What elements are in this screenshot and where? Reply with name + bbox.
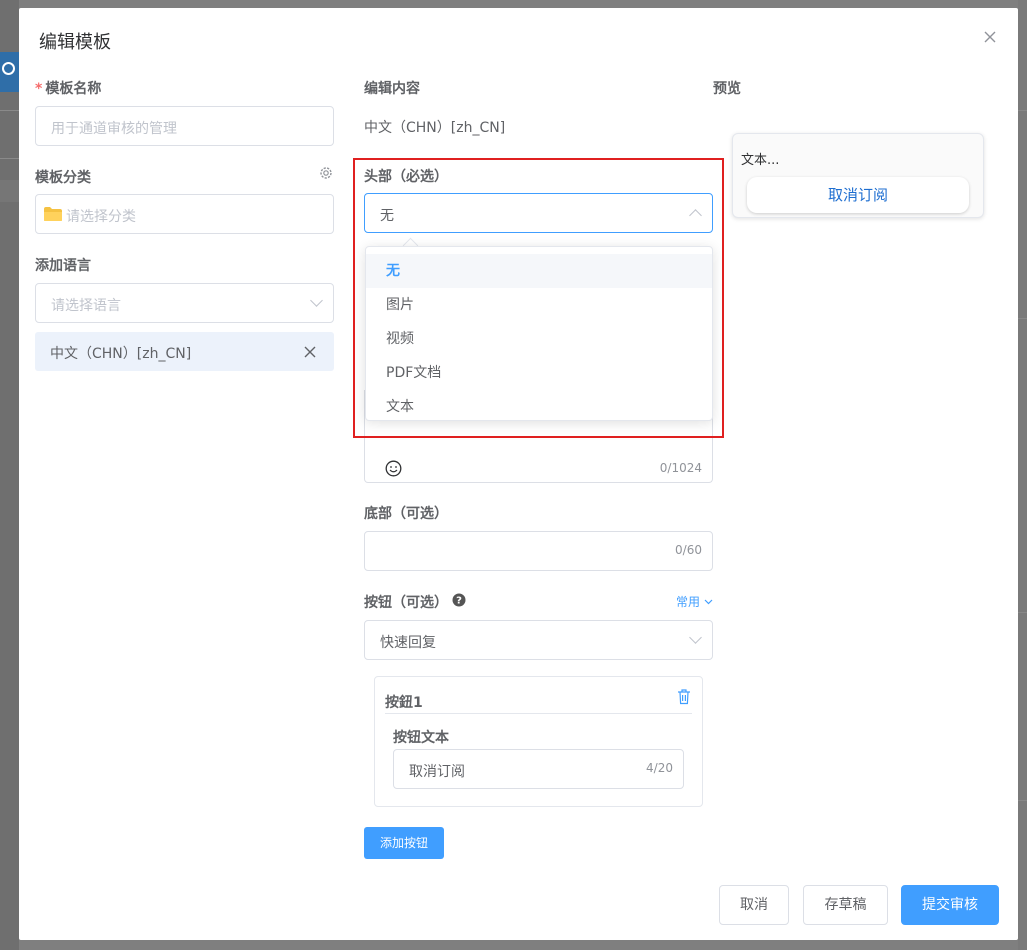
current-language: 中文（CHN）[zh_CN] <box>364 120 506 136</box>
button-text-count: 4/20 <box>646 761 673 775</box>
template-category-select[interactable]: 请选择分类 <box>35 194 334 234</box>
template-category-placeholder: 请选择分类 <box>66 209 136 225</box>
button-card-divider <box>385 713 692 714</box>
common-dropdown-link[interactable]: 常用 <box>676 593 713 610</box>
preview-label: 预览 <box>713 81 741 97</box>
template-name-label-text: 模板名称 <box>45 81 102 97</box>
button-text-value: 取消订阅 <box>409 764 465 780</box>
preview-button: 取消订阅 <box>747 177 969 213</box>
background-search-button <box>0 52 19 92</box>
chevron-down-icon <box>704 595 713 605</box>
button-card-title: 按鈕1 <box>385 695 423 711</box>
button-card: 按鈕1 按钮文本 取消订阅 4/20 <box>374 676 703 807</box>
add-language-label: 添加语言 <box>35 258 91 274</box>
footer-input[interactable]: 0/60 <box>364 531 713 571</box>
template-name-input[interactable]: 用于通道审核的管理 <box>35 106 334 146</box>
dropdown-option-video[interactable]: 视频 <box>366 322 712 356</box>
background-divider <box>1018 800 1027 801</box>
edit-template-dialog: 编辑模板 * 模板名称 用于通道审核的管理 模板分类 请选择分类 添加语言 请选择… <box>19 8 1018 940</box>
language-select-placeholder: 请选择语言 <box>51 298 121 314</box>
preview-card: 文本... 取消订阅 <box>732 133 984 218</box>
search-icon <box>2 62 15 75</box>
background-divider <box>0 110 19 111</box>
chevron-down-icon <box>310 294 323 307</box>
common-link-label: 常用 <box>676 595 701 609</box>
save-draft-button[interactable]: 存草稿 <box>803 885 888 925</box>
button-text-label: 按钮文本 <box>393 730 449 746</box>
svg-text:?: ? <box>456 596 462 607</box>
language-tag-label: 中文（CHN）[zh_CN] <box>50 346 192 362</box>
close-icon[interactable] <box>979 26 1001 48</box>
footer-label: 底部（可选） <box>364 506 448 522</box>
body-char-count: 0/1024 <box>659 461 702 475</box>
background-divider <box>1018 318 1027 319</box>
footer-char-count: 0/60 <box>675 543 702 557</box>
dialog-title: 编辑模板 <box>39 32 111 53</box>
required-asterisk: * <box>35 81 43 97</box>
button-type-select[interactable]: 快速回复 <box>364 620 713 660</box>
cancel-button[interactable]: 取消 <box>719 885 789 925</box>
chevron-down-icon <box>689 631 702 644</box>
button-type-value: 快速回复 <box>380 635 436 651</box>
edit-content-label: 编辑内容 <box>364 81 420 97</box>
add-button[interactable]: 添加按钮 <box>364 827 444 859</box>
background-page-left <box>0 0 19 950</box>
language-tag[interactable]: 中文（CHN）[zh_CN] <box>35 332 334 371</box>
help-icon[interactable]: ? <box>452 593 466 607</box>
language-select[interactable]: 请选择语言 <box>35 283 334 323</box>
template-name-placeholder: 用于通道审核的管理 <box>51 121 177 137</box>
gear-icon[interactable] <box>318 165 334 181</box>
dropdown-option-text[interactable]: 文本 <box>366 390 712 424</box>
background-divider <box>0 158 19 159</box>
background-divider <box>1018 110 1027 111</box>
trash-icon[interactable] <box>677 689 691 705</box>
remove-language-icon[interactable] <box>303 345 317 359</box>
preview-text: 文本... <box>741 153 780 168</box>
button-text-input[interactable]: 取消订阅 4/20 <box>393 749 684 789</box>
buttons-label: 按钮（可选） <box>364 595 448 611</box>
submit-review-button[interactable]: 提交审核 <box>901 885 999 925</box>
folder-icon <box>43 206 63 222</box>
dropdown-option-none[interactable]: 无 <box>366 254 712 288</box>
template-name-label: * 模板名称 <box>35 78 101 98</box>
dropdown-option-pdf[interactable]: PDF文档 <box>366 356 712 390</box>
background-page-right <box>1018 0 1027 950</box>
background-row <box>0 180 19 202</box>
template-category-label: 模板分类 <box>35 170 91 186</box>
emoji-icon[interactable] <box>385 460 402 477</box>
dropdown-option-image[interactable]: 图片 <box>366 288 712 322</box>
header-dropdown-menu: 无 图片 视频 PDF文档 文本 <box>365 246 713 421</box>
background-divider <box>1018 612 1027 613</box>
